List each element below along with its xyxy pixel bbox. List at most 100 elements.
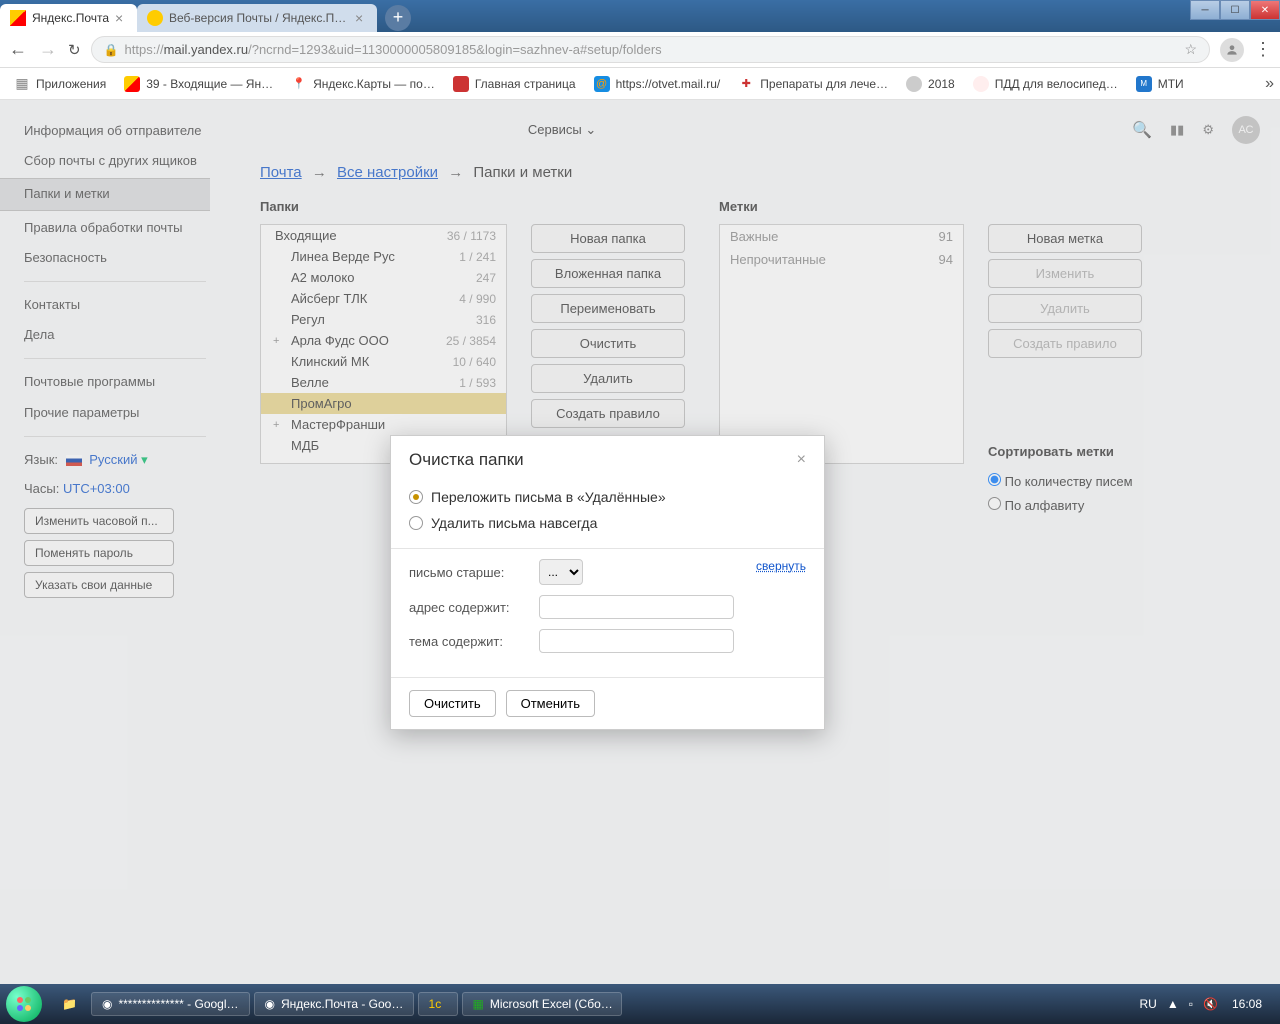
avatar[interactable]: АС [1232,116,1260,144]
folder-action-button[interactable]: Вложенная папка [531,259,685,288]
personal-data-button[interactable]: Указать свои данные [24,572,174,598]
clean-button[interactable]: Очистить [409,690,496,717]
minimize-button[interactable]: ─ [1190,0,1220,20]
sort-by-count-radio[interactable]: По количеству писем [988,469,1142,493]
sidebar-item-folders-labels[interactable]: Папки и метки [0,178,210,210]
tray-up-icon[interactable]: ▲ [1167,997,1179,1011]
breadcrumb-mail[interactable]: Почта [260,164,302,181]
label-item[interactable]: Важные91 [720,225,963,248]
folder-action-button[interactable]: Переименовать [531,294,685,323]
taskbar-item[interactable]: 1c [418,992,458,1016]
sidebar-item-security[interactable]: Безопасность [0,243,230,273]
cancel-button[interactable]: Отменить [506,690,595,717]
browser-tabs-bar: Яндекс.Почта × Веб-версия Почты / Яндекс… [0,0,1280,32]
older-than-label: письмо старше: [409,565,539,580]
apps-button[interactable]: ▦Приложения [6,72,114,96]
change-password-button[interactable]: Поменять пароль [24,540,174,566]
sidebar-item-todo[interactable]: Дела [0,320,230,350]
taskbar-item[interactable]: ◉************** - Googl… [91,992,250,1016]
url-input[interactable]: 🔒 https://mail.yandex.ru/?ncrnd=1293&uid… [91,36,1210,63]
bookmark-star-icon[interactable]: ☆ [1184,41,1197,58]
label-action-button[interactable]: Новая метка [988,224,1142,253]
breadcrumb-all-settings[interactable]: Все настройки [337,164,438,181]
sidebar-item-sender-info[interactable]: Информация об отправителе [0,116,230,146]
tray-volume-icon[interactable]: 🔇 [1203,997,1218,1011]
change-timezone-button[interactable]: Изменить часовой п... [24,508,174,534]
bookmark-item[interactable]: @https://otvet.mail.ru/ [586,72,729,96]
theme-icon[interactable]: ▮▮ [1170,122,1184,138]
browser-tab-active[interactable]: Яндекс.Почта × [0,4,137,32]
bookmark-item[interactable]: 2018 [898,72,963,96]
folder-item[interactable]: Велле1 / 593 [261,372,506,393]
folder-action-button[interactable]: Удалить [531,364,685,393]
expand-icon[interactable]: + [273,419,279,431]
sidebar-item-other[interactable]: Прочие параметры [0,398,230,428]
bookmark-item[interactable]: ПДД для велосипед… [965,72,1126,96]
bookmark-item[interactable]: ✚Препараты для лече… [730,72,896,96]
subject-contains-input[interactable] [539,629,734,653]
option-delete-forever[interactable]: Удалить письма навсегда [409,510,806,536]
option-move-to-trash[interactable]: Переложить письма в «Удалённые» [409,484,806,510]
folder-item[interactable]: Регул316 [261,309,506,330]
folder-action-button[interactable]: Новая папка [531,224,685,253]
maximize-button[interactable]: ☐ [1220,0,1250,20]
taskbar-item[interactable]: ▦Microsoft Excel (Сбо… [462,992,622,1016]
bookmark-item[interactable]: ММТИ [1128,72,1192,96]
reload-button[interactable]: ↻ [68,41,81,59]
labels-heading: Метки [719,199,964,214]
older-than-select[interactable]: ... [539,559,583,585]
language-selector[interactable]: Язык: Русский ▾ [0,445,230,475]
tray-flag-icon[interactable]: ▫ [1189,997,1193,1011]
browser-menu-icon[interactable]: ⋮ [1254,39,1272,60]
bookmark-item[interactable]: 📍Яндекс.Карты — по… [283,72,443,96]
folder-item[interactable]: ПромАгро [261,393,506,414]
folder-item[interactable]: Клинский МК10 / 640 [261,351,506,372]
more-bookmarks-icon[interactable]: » [1265,75,1274,93]
label-action-button[interactable]: Удалить [988,294,1142,323]
close-tab-icon[interactable]: × [355,10,369,26]
taskbar-item[interactable]: ◉Яндекс.Почта - Goo… [254,992,414,1016]
new-tab-button[interactable]: + [385,5,411,31]
med-icon: ✚ [738,76,754,92]
folder-item[interactable]: А2 молоко247 [261,267,506,288]
folder-item[interactable]: +МастерФранши [261,414,506,435]
bookmark-item[interactable]: Главная страница [445,72,584,96]
back-button[interactable]: ← [8,39,28,60]
bookmark-item[interactable]: 39 - Входящие — Ян… [116,72,281,96]
close-tab-icon[interactable]: × [115,10,129,26]
label-item[interactable]: Непрочитанные94 [720,248,963,271]
close-dialog-button[interactable]: × [797,451,806,469]
collapse-link[interactable]: свернуть [756,559,806,573]
folder-action-button[interactable]: Создать правило [531,399,685,428]
browser-tab-inactive[interactable]: Веб-версия Почты / Яндекс.По… × [137,4,377,32]
folder-action-button[interactable]: Очистить [531,329,685,358]
sidebar-item-contacts[interactable]: Контакты [0,290,230,320]
label-action-button[interactable]: Изменить [988,259,1142,288]
sort-heading: Сортировать метки [988,444,1142,459]
sidebar-item-filter-rules[interactable]: Правила обработки почты [0,213,230,243]
expand-icon[interactable]: + [273,335,279,347]
folder-list[interactable]: Входящие36 / 1173Линеа Верде Рус1 / 241А… [260,224,507,464]
folder-name: Арла Фудс ООО [291,333,446,348]
folder-item[interactable]: Линеа Верде Рус1 / 241 [261,246,506,267]
sidebar-item-collect-mail[interactable]: Сбор почты с других ящиков [0,146,230,176]
profile-icon[interactable] [1220,38,1244,62]
taskbar-explorer[interactable]: 📁 [52,993,87,1015]
forward-button[interactable]: → [38,39,58,60]
folder-item[interactable]: +Арла Фудс ООО25 / 3854 [261,330,506,351]
label-action-button[interactable]: Создать правило [988,329,1142,358]
folder-item[interactable]: Айсберг ТЛК4 / 990 [261,288,506,309]
folder-item[interactable]: Входящие36 / 1173 [261,225,506,246]
start-button[interactable] [6,986,42,1022]
services-menu[interactable]: Сервисы ⌄ [528,122,596,138]
close-window-button[interactable]: ✕ [1250,0,1280,20]
tray-clock[interactable]: 16:08 [1228,997,1266,1011]
onec-icon: 1c [429,997,442,1011]
labels-list[interactable]: Важные91Непрочитанные94 [719,224,964,464]
tray-lang[interactable]: RU [1140,997,1157,1011]
gear-icon[interactable]: ⚙ [1202,122,1214,138]
sort-alpha-radio[interactable]: По алфавиту [988,493,1142,517]
sidebar-item-mail-clients[interactable]: Почтовые программы [0,367,230,397]
address-contains-input[interactable] [539,595,734,619]
search-icon[interactable]: 🔍 [1132,120,1152,140]
